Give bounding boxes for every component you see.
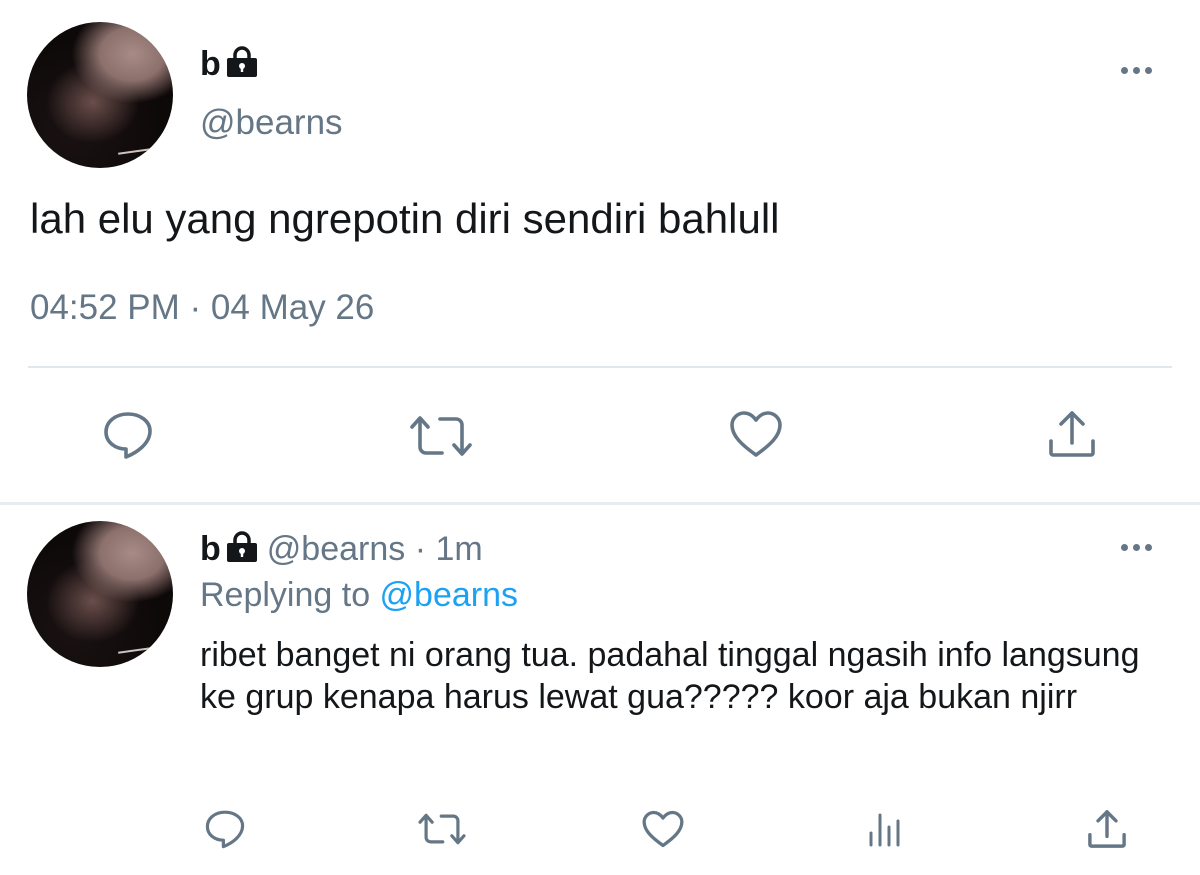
relative-time[interactable]: 1m [435,530,482,568]
analytics-icon[interactable] [864,808,908,850]
retweet-icon[interactable] [408,412,474,460]
share-icon[interactable] [1044,406,1100,462]
tweet-thread: b @bearns lah elu yang ngrepotin diri se… [0,0,1200,875]
like-icon[interactable] [728,408,784,460]
divider [28,366,1172,368]
avatar[interactable] [27,521,173,667]
meta-separator: · [405,530,436,568]
tweet-timestamp[interactable]: 04:52 PM · 04 May 26 [30,288,374,328]
avatar[interactable] [27,22,173,168]
reply-text: ribet banget ni orang tua. padahal tingg… [200,636,1140,716]
section-separator [0,502,1200,505]
replying-prefix: Replying to [200,576,380,614]
more-options-icon[interactable] [1121,64,1161,76]
lock-icon [225,531,259,572]
user-handle[interactable]: @bearns [267,530,405,568]
display-name[interactable]: b [200,530,221,568]
reply-icon[interactable] [100,408,156,462]
replying-to: Replying to @bearns [200,576,518,615]
retweet-icon[interactable] [416,810,468,848]
display-name-text: b [200,45,221,83]
display-name[interactable]: b [200,45,259,87]
reply-icon[interactable] [203,808,247,850]
user-handle[interactable]: @bearns [200,103,343,143]
more-options-icon[interactable] [1121,541,1161,553]
mention-link[interactable]: @bearns [380,576,518,614]
share-icon[interactable] [1084,806,1130,852]
tweet-text: lah elu yang ngrepotin diri sendiri bahl… [30,195,780,242]
lock-icon [225,46,259,87]
like-icon[interactable] [640,808,686,850]
reply-header: b @bearns · 1m [200,530,483,572]
